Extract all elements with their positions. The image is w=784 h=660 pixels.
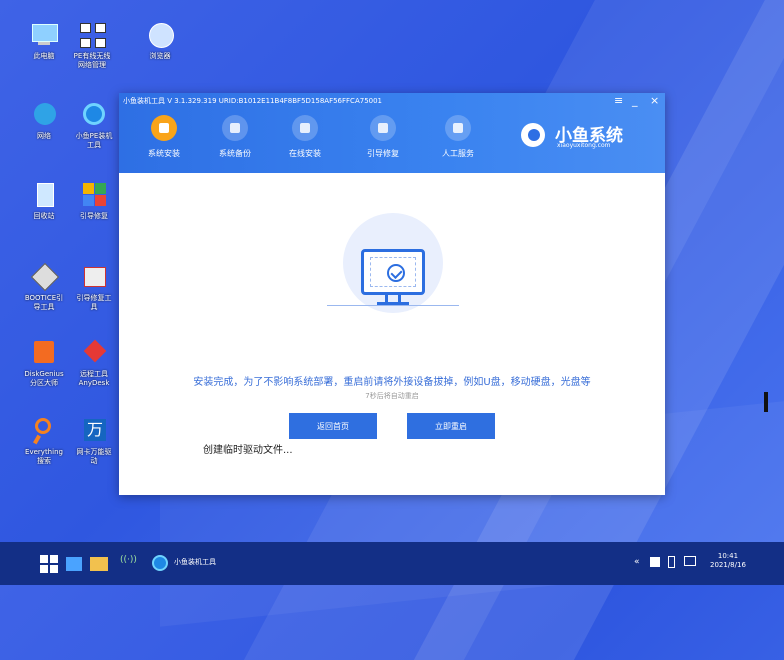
desktop-icon-label: 回收站: [33, 212, 55, 220]
toolbox-icon: [79, 262, 109, 292]
brand-url: xiaoyuxitong.com: [557, 142, 611, 149]
tools-icon: [29, 262, 60, 292]
desktop-icon-label: 浏览器: [149, 52, 171, 60]
computer-icon: [29, 20, 59, 50]
desktop-icon-label: Everything搜索: [25, 448, 63, 465]
tab-label: 引导修复: [367, 149, 399, 158]
wan-icon: 万: [79, 416, 109, 446]
start-button[interactable]: [40, 555, 58, 573]
desktop-icon-boot-repair-tool[interactable]: 引导修复工具: [74, 262, 114, 312]
magnifier-icon: [29, 416, 59, 446]
desktop-icon-label: 小鱼PE装机工具: [75, 132, 113, 149]
globe-icon: [145, 20, 175, 50]
taskbar: ((·)) 小鱼装机工具 « 10:41 2021/8/16: [0, 542, 784, 585]
clock-time: 10:41: [717, 552, 739, 560]
network-tray-icon[interactable]: [684, 556, 696, 566]
toolbox-icon: [370, 115, 396, 141]
recycle-bin-icon: [29, 180, 59, 210]
tab-manual-service[interactable]: 人工服务: [430, 115, 486, 159]
desktop-icon-browser[interactable]: 浏览器: [140, 20, 180, 61]
clock-date: 2021/8/16: [710, 561, 746, 569]
edge-swirl-icon: [79, 100, 109, 130]
diskgenius-icon: [29, 338, 59, 368]
chevron-left-icon[interactable]: «: [634, 557, 640, 567]
tab-label: 系统安装: [148, 149, 180, 158]
desktop-icon-label: 网络: [37, 132, 51, 140]
desktop-icon-bootice[interactable]: BOOTICE引导工具: [24, 262, 64, 312]
tab-system-install[interactable]: 系统安装: [136, 115, 192, 159]
desktop-icon-anydesk[interactable]: 远程工具AnyDesk: [74, 338, 114, 388]
desktop-icon-label: DiskGenius分区大师: [24, 370, 64, 387]
desktop-icon-pe-installer[interactable]: 小鱼PE装机工具: [74, 100, 114, 150]
restart-now-button[interactable]: 立即重启: [407, 413, 495, 439]
usb-icon[interactable]: [668, 556, 675, 568]
desktop-icon-recycle-bin[interactable]: 回收站: [24, 180, 64, 221]
tab-system-backup[interactable]: 系统备份: [207, 115, 263, 159]
system-clock[interactable]: 10:41 2021/8/16: [710, 552, 746, 570]
tab-label: 人工服务: [442, 149, 474, 158]
folder-icon: [90, 557, 108, 571]
desktop-icon-network-manager[interactable]: PE有线无线网络管理: [72, 20, 112, 70]
return-home-button[interactable]: 返回首页: [289, 413, 377, 439]
desktop-icon-label: 引导修复工具: [76, 294, 112, 311]
desktop-icon-label: PE有线无线网络管理: [73, 52, 111, 69]
desktop-icon-boot-repair[interactable]: 引导修复: [74, 180, 114, 221]
taskbar-installer-button[interactable]: [152, 555, 168, 571]
desktop-icon-diskgenius[interactable]: DiskGenius分区大师: [24, 338, 64, 388]
anydesk-icon: [79, 338, 109, 368]
countdown-text: 7秒后将自动重启: [365, 392, 419, 400]
taskbar-explorer-button[interactable]: [90, 555, 108, 571]
taskbar-app-label: 小鱼装机工具: [174, 558, 216, 566]
chat-icon: [445, 115, 471, 141]
backup-icon: [222, 115, 248, 141]
desktop-icon-nic-driver[interactable]: 万 网卡万能驱动: [74, 416, 114, 466]
wifi-icon: ((·)): [120, 555, 137, 565]
installer-window: 小鱼装机工具 V 3.1.329.319 URID:B1012E11B4F8BF…: [119, 93, 665, 495]
pinwheel-icon: [79, 180, 109, 210]
completion-message: 安装完成，为了不影响系统部署，重启前请将外接设备拔掉，例如U盘，移动硬盘，光盘等: [193, 377, 591, 388]
install-icon: [151, 115, 177, 141]
install-complete-illustration: [327, 213, 459, 323]
check-circle-icon: [387, 264, 405, 282]
desktop-icon-everything[interactable]: Everything搜索: [24, 416, 64, 466]
tab-online-install[interactable]: 在线安装: [277, 115, 333, 159]
desktop-icon-label: BOOTICE引导工具: [24, 294, 64, 311]
tray-app-icon[interactable]: [650, 557, 660, 567]
installer-app-icon: [152, 555, 168, 571]
tab-label: 系统备份: [219, 149, 251, 158]
windows-logo-icon: [40, 555, 58, 573]
window-title: 小鱼装机工具 V 3.1.329.319 URID:B1012E11B4F8BF…: [123, 97, 383, 105]
monitor-icon: [361, 249, 425, 295]
close-button[interactable]: ×: [650, 95, 659, 107]
tab-boot-repair[interactable]: 引导修复: [355, 115, 411, 159]
desktop-icon: [66, 557, 82, 571]
fish-logo-icon: [521, 123, 545, 147]
minimize-button[interactable]: _: [632, 95, 638, 107]
network-icon: [77, 20, 107, 50]
desktop-icon-this-pc[interactable]: 此电脑: [24, 20, 64, 61]
screen-edge-marker: [764, 392, 768, 412]
copy-status-text: 创建临时驱动文件...: [203, 445, 293, 456]
desktop-icon-label: 网卡万能驱动: [76, 448, 112, 465]
taskbar-network-button[interactable]: ((·)): [120, 555, 137, 565]
desktop-icon-network[interactable]: 网络: [24, 100, 64, 141]
menu-icon[interactable]: ≡: [614, 95, 623, 107]
tab-label: 在线安装: [289, 149, 321, 158]
network-globe-icon: [29, 100, 59, 130]
desktop-icon-label: 此电脑: [33, 52, 55, 60]
window-header: 小鱼装机工具 V 3.1.329.319 URID:B1012E11B4F8BF…: [119, 93, 665, 173]
download-icon: [292, 115, 318, 141]
desktop-icon-label: 引导修复: [80, 212, 108, 220]
taskbar-desktop-button[interactable]: [66, 555, 82, 571]
desktop-icon-label: 远程工具AnyDesk: [78, 370, 110, 387]
